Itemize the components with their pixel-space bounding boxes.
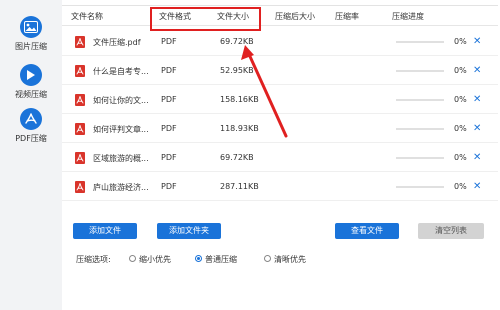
progress-percent: 0% bbox=[454, 182, 467, 191]
table-row[interactable]: 区域旅游的概... PDF 69.72KB 0% ✕ bbox=[62, 143, 498, 172]
file-name: 庐山旅游经济... bbox=[93, 183, 149, 192]
progress-percent: 0% bbox=[454, 95, 467, 104]
table-header: 文件名称 文件格式 文件大小 压缩后大小 压缩率 压缩进度 bbox=[62, 6, 498, 26]
pdf-file-icon bbox=[75, 36, 85, 48]
file-name: 如何评判文章... bbox=[93, 125, 149, 134]
pdf-file-icon bbox=[75, 123, 85, 135]
file-name: 什么是自考专... bbox=[93, 67, 149, 76]
delete-row-icon[interactable]: ✕ bbox=[473, 36, 481, 47]
file-format: PDF bbox=[161, 66, 177, 75]
header-compressed-size: 压缩后大小 bbox=[275, 12, 315, 21]
file-size: 118.93KB bbox=[220, 124, 259, 133]
progress-bar bbox=[396, 128, 444, 130]
file-name: 如何让你的文... bbox=[93, 96, 149, 105]
file-size: 287.11KB bbox=[220, 182, 259, 191]
file-format: PDF bbox=[161, 37, 177, 46]
compression-options: 压缩选项: 缩小优先 普通压缩 清晰优先 bbox=[76, 254, 496, 268]
file-format: PDF bbox=[161, 124, 177, 133]
delete-row-icon[interactable]: ✕ bbox=[473, 181, 481, 192]
file-size: 52.95KB bbox=[220, 66, 254, 75]
file-size: 69.72KB bbox=[220, 153, 254, 162]
add-file-button[interactable]: 添加文件 bbox=[73, 223, 137, 239]
progress-bar bbox=[396, 70, 444, 72]
play-icon bbox=[20, 64, 42, 86]
delete-row-icon[interactable]: ✕ bbox=[473, 123, 481, 134]
header-file-name: 文件名称 bbox=[71, 12, 103, 21]
file-name: 区域旅游的概... bbox=[93, 154, 149, 163]
header-progress: 压缩进度 bbox=[392, 12, 424, 21]
view-files-button[interactable]: 查看文件 bbox=[335, 223, 399, 239]
radio-size-first[interactable] bbox=[129, 255, 136, 262]
pdf-logo-icon bbox=[20, 108, 42, 130]
option-clarity-first-label: 清晰优先 bbox=[274, 255, 306, 264]
progress-bar bbox=[396, 99, 444, 101]
delete-row-icon[interactable]: ✕ bbox=[473, 152, 481, 163]
file-format: PDF bbox=[161, 95, 177, 104]
progress-percent: 0% bbox=[454, 66, 467, 75]
sidebar-item-video-compress[interactable]: 视频压缩 bbox=[0, 64, 62, 100]
file-size: 158.16KB bbox=[220, 95, 259, 104]
header-compression-ratio: 压缩率 bbox=[335, 12, 359, 21]
file-table: 文件名称 文件格式 文件大小 压缩后大小 压缩率 压缩进度 文件压缩.pdf PD… bbox=[62, 5, 498, 215]
file-size: 69.72KB bbox=[220, 37, 254, 46]
progress-percent: 0% bbox=[454, 37, 467, 46]
pdf-file-icon bbox=[75, 94, 85, 106]
file-format: PDF bbox=[161, 182, 177, 191]
pdf-file-icon bbox=[75, 65, 85, 77]
file-format: PDF bbox=[161, 153, 177, 162]
sidebar-item-pdf-compress[interactable]: PDF压缩 bbox=[0, 108, 62, 144]
table-row[interactable]: 文件压缩.pdf PDF 69.72KB 0% ✕ bbox=[62, 27, 498, 56]
progress-bar bbox=[396, 186, 444, 188]
option-size-first-label: 缩小优先 bbox=[139, 255, 171, 264]
sidebar-item-label: 图片压缩 bbox=[15, 42, 47, 51]
file-name: 文件压缩.pdf bbox=[93, 38, 141, 47]
option-normal-label: 普通压缩 bbox=[205, 255, 237, 264]
delete-row-icon[interactable]: ✕ bbox=[473, 94, 481, 105]
progress-bar bbox=[396, 157, 444, 159]
sidebar-item-label: PDF压缩 bbox=[15, 134, 47, 143]
table-row[interactable]: 如何评判文章... PDF 118.93KB 0% ✕ bbox=[62, 114, 498, 143]
main-panel: 文件名称 文件格式 文件大小 压缩后大小 压缩率 压缩进度 文件压缩.pdf PD… bbox=[62, 0, 500, 310]
progress-percent: 0% bbox=[454, 153, 467, 162]
table-row[interactable]: 什么是自考专... PDF 52.95KB 0% ✕ bbox=[62, 56, 498, 85]
sidebar-item-image-compress[interactable]: 图片压缩 bbox=[0, 16, 62, 52]
button-bar: 添加文件 添加文件夹 查看文件 清空列表 bbox=[62, 218, 500, 248]
radio-normal[interactable] bbox=[195, 255, 202, 262]
radio-clarity-first[interactable] bbox=[264, 255, 271, 262]
sidebar-item-label: 视频压缩 bbox=[15, 90, 47, 99]
pdf-file-icon bbox=[75, 152, 85, 164]
options-label: 压缩选项: bbox=[76, 255, 111, 264]
progress-percent: 0% bbox=[454, 124, 467, 133]
progress-bar bbox=[396, 41, 444, 43]
pdf-file-icon bbox=[75, 181, 85, 193]
table-row[interactable]: 庐山旅游经济... PDF 287.11KB 0% ✕ bbox=[62, 172, 498, 201]
add-folder-button[interactable]: 添加文件夹 bbox=[157, 223, 221, 239]
table-row[interactable]: 如何让你的文... PDF 158.16KB 0% ✕ bbox=[62, 85, 498, 114]
clear-list-button[interactable]: 清空列表 bbox=[418, 223, 484, 239]
delete-row-icon[interactable]: ✕ bbox=[473, 65, 481, 76]
image-icon bbox=[20, 16, 42, 38]
sidebar: 图片压缩 视频压缩 PDF压缩 bbox=[0, 0, 62, 310]
